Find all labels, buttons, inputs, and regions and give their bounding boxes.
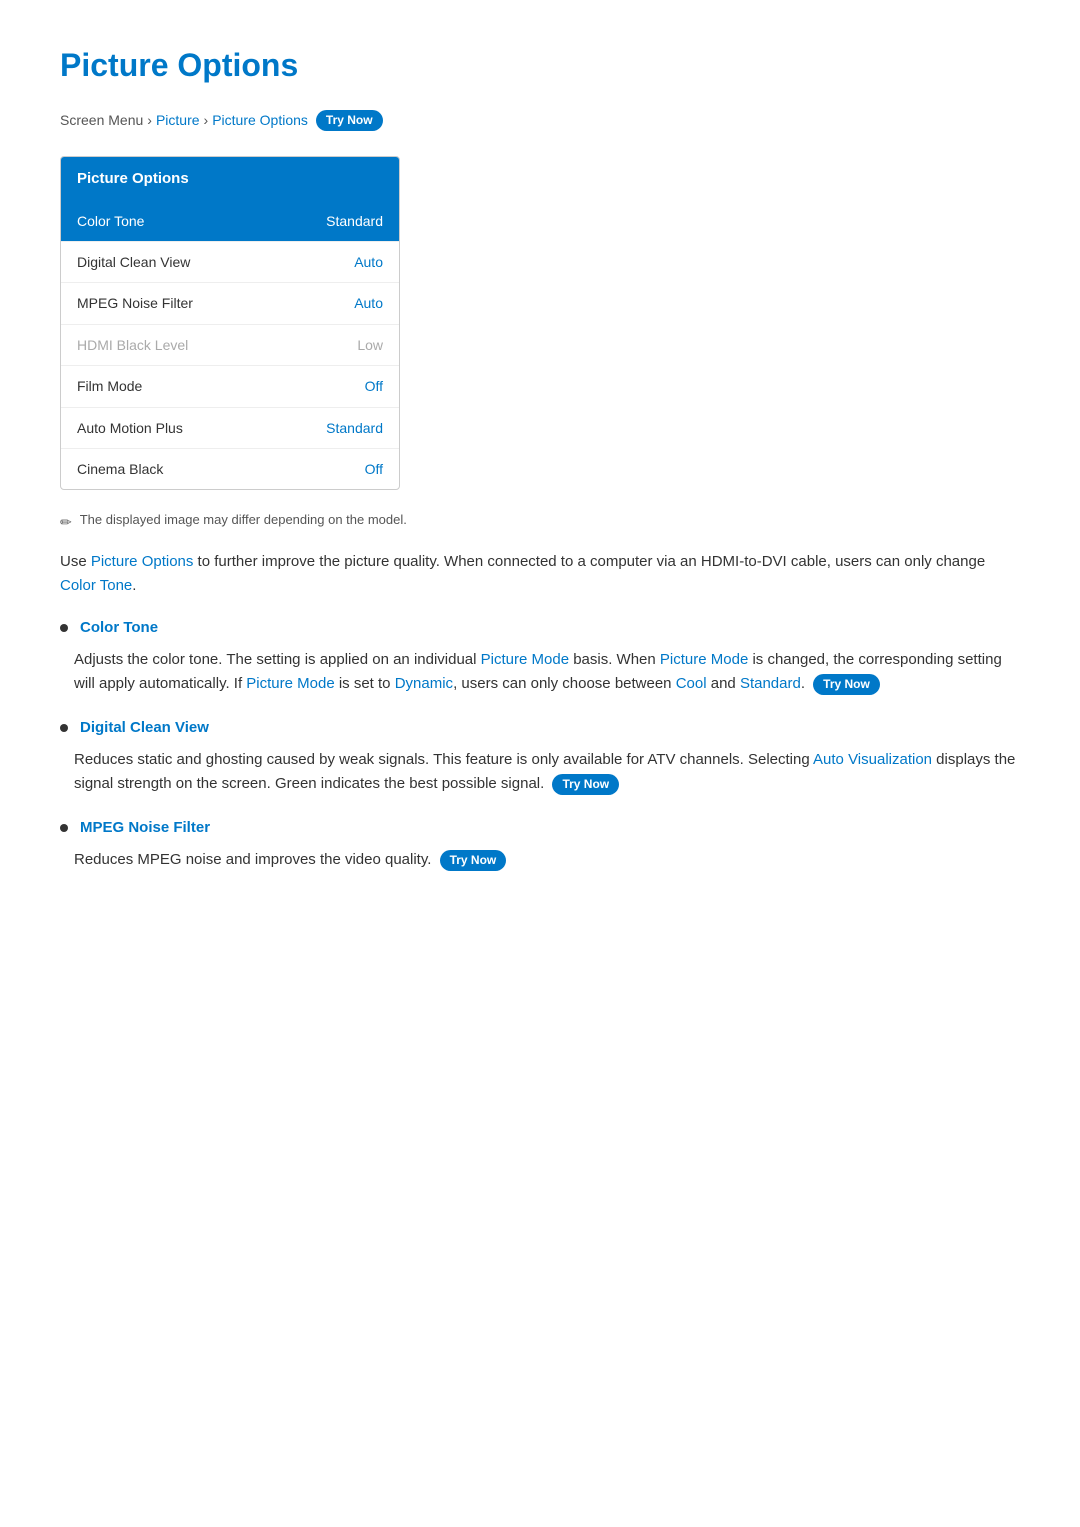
section-color-tone-body: Adjusts the color tone. The setting is a… — [60, 648, 1020, 696]
pencil-icon: ✏ — [60, 511, 72, 533]
menu-row-auto-motion-plus[interactable]: Auto Motion Plus Standard — [61, 408, 399, 449]
section-mpeg-noise-filter: MPEG Noise Filter Reduces MPEG noise and… — [60, 816, 1020, 872]
menu-row-film-mode[interactable]: Film Mode Off — [61, 366, 399, 407]
breadcrumb-try-now-badge[interactable]: Try Now — [316, 110, 383, 131]
section-digital-clean-view-link[interactable]: Digital Clean View — [80, 716, 209, 740]
bullet-icon-2 — [60, 724, 68, 732]
menu-row-mpeg-noise-filter-value: Auto — [354, 292, 383, 314]
mpeg-noise-filter-try-now-badge[interactable]: Try Now — [440, 850, 507, 871]
color-tone-picture-mode-link-3[interactable]: Picture Mode — [246, 675, 334, 692]
section-digital-clean-view-body: Reduces static and ghosting caused by we… — [60, 748, 1020, 796]
menu-row-color-tone-label: Color Tone — [77, 210, 144, 232]
color-tone-try-now-badge[interactable]: Try Now — [813, 674, 880, 695]
menu-row-mpeg-noise-filter-label: MPEG Noise Filter — [77, 292, 193, 314]
menu-row-film-mode-value: Off — [365, 375, 383, 397]
breadcrumb-screen-menu: Screen Menu — [60, 109, 143, 131]
section-color-tone-link[interactable]: Color Tone — [80, 616, 158, 640]
section-digital-clean-view-title: Digital Clean View — [60, 716, 1020, 740]
menu-row-hdmi-black-level: HDMI Black Level Low — [61, 325, 399, 366]
intro-paragraph: Use Picture Options to further improve t… — [60, 550, 1020, 598]
menu-row-digital-clean-view-label: Digital Clean View — [77, 251, 190, 273]
breadcrumb-sep-1: › — [147, 109, 152, 131]
bullet-icon — [60, 624, 68, 632]
menu-row-cinema-black-value: Off — [365, 458, 383, 480]
note-text: The displayed image may differ depending… — [80, 510, 407, 531]
menu-row-hdmi-black-level-value: Low — [357, 334, 383, 356]
menu-row-digital-clean-view[interactable]: Digital Clean View Auto — [61, 242, 399, 283]
breadcrumb: Screen Menu › Picture › Picture Options … — [60, 109, 1020, 131]
menu-row-color-tone[interactable]: Color Tone Standard — [61, 201, 399, 242]
color-tone-picture-mode-link-1[interactable]: Picture Mode — [481, 651, 569, 668]
color-tone-standard-link[interactable]: Standard — [740, 675, 801, 692]
breadcrumb-sep-2: › — [204, 109, 209, 131]
menu-row-digital-clean-view-value: Auto — [354, 251, 383, 273]
section-mpeg-noise-filter-link[interactable]: MPEG Noise Filter — [80, 816, 210, 840]
note-row: ✏ The displayed image may differ dependi… — [60, 510, 1020, 533]
menu-row-auto-motion-plus-label: Auto Motion Plus — [77, 417, 183, 439]
bullet-icon-3 — [60, 824, 68, 832]
section-mpeg-noise-filter-body: Reduces MPEG noise and improves the vide… — [60, 848, 1020, 872]
intro-picture-options-link[interactable]: Picture Options — [91, 553, 194, 570]
menu-row-cinema-black-label: Cinema Black — [77, 458, 163, 480]
color-tone-dynamic-link[interactable]: Dynamic — [395, 675, 453, 692]
picture-options-menu: Picture Options Color Tone Standard Digi… — [60, 156, 400, 491]
menu-header: Picture Options — [61, 157, 399, 201]
menu-row-color-tone-value: Standard — [326, 210, 383, 232]
section-mpeg-noise-filter-title: MPEG Noise Filter — [60, 816, 1020, 840]
menu-row-auto-motion-plus-value: Standard — [326, 417, 383, 439]
menu-row-mpeg-noise-filter[interactable]: MPEG Noise Filter Auto — [61, 283, 399, 324]
auto-visualization-link[interactable]: Auto Visualization — [813, 751, 932, 768]
breadcrumb-picture[interactable]: Picture — [156, 109, 200, 131]
section-color-tone: Color Tone Adjusts the color tone. The s… — [60, 616, 1020, 696]
color-tone-cool-link[interactable]: Cool — [676, 675, 707, 692]
section-digital-clean-view: Digital Clean View Reduces static and gh… — [60, 716, 1020, 796]
menu-row-film-mode-label: Film Mode — [77, 375, 142, 397]
page-title: Picture Options — [60, 40, 1020, 91]
intro-color-tone-link[interactable]: Color Tone — [60, 577, 132, 594]
breadcrumb-picture-options[interactable]: Picture Options — [212, 109, 308, 131]
color-tone-picture-mode-link-2[interactable]: Picture Mode — [660, 651, 748, 668]
digital-clean-view-try-now-badge[interactable]: Try Now — [552, 774, 619, 795]
section-color-tone-title: Color Tone — [60, 616, 1020, 640]
menu-row-hdmi-black-level-label: HDMI Black Level — [77, 334, 188, 356]
sections-list: Color Tone Adjusts the color tone. The s… — [60, 616, 1020, 872]
menu-row-cinema-black[interactable]: Cinema Black Off — [61, 449, 399, 489]
